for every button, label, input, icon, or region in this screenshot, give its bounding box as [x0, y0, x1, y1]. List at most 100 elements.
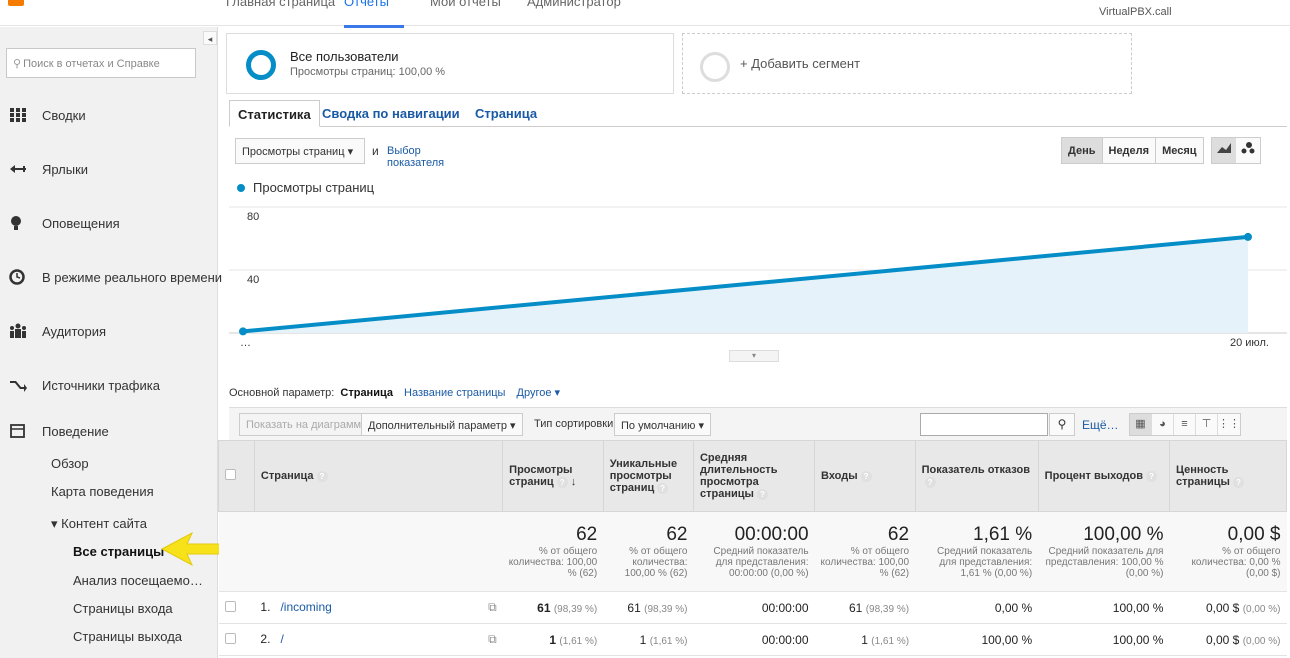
sidebar-sub-overview[interactable]: Обзор [51, 456, 89, 471]
help-icon[interactable]: ? [924, 476, 936, 488]
cell-value: 0,00 $ [1205, 600, 1240, 615]
sidebar-sub-site-content[interactable]: ▾ Контент сайта [51, 516, 147, 532]
help-icon[interactable]: ? [1232, 476, 1244, 488]
traffic-arrows-icon [10, 381, 27, 392]
account-name[interactable]: VirtualPBX.call [1099, 6, 1172, 18]
plot-rows-button[interactable]: Показать на диаграмме [239, 413, 375, 436]
tab-in-page[interactable]: Страница [467, 100, 545, 127]
table-filter-input[interactable] [920, 413, 1048, 436]
cell-pct: (98,39 %) [553, 603, 598, 615]
cell-unique: 61 [627, 600, 641, 615]
total-value: 100,00 % [1083, 524, 1164, 545]
dimension-other[interactable]: Другое ▾ [517, 387, 561, 399]
period-week-button[interactable]: Неделя [1103, 138, 1157, 163]
header-entrances[interactable]: Входы? [814, 440, 916, 512]
help-icon[interactable]: ? [657, 482, 669, 494]
sidebar-sub-landing-pages[interactable]: Страницы входа [73, 601, 173, 616]
tab-admin[interactable]: Администратор [527, 0, 621, 9]
sidebar-sub-behavior-map[interactable]: Карта поведения [51, 484, 154, 499]
table-view-icon[interactable]: ▦ [1130, 414, 1152, 435]
sidebar-item-alerts[interactable]: Оповещения [0, 208, 218, 238]
cell-pct: (1,61 %) [649, 635, 688, 647]
help-icon[interactable]: ? [316, 470, 328, 482]
segment-all-users[interactable]: Все пользователи Просмотры страниц: 100,… [226, 33, 674, 94]
open-page-icon[interactable]: ⧉ [488, 632, 497, 647]
cell-pct: (98,39 %) [865, 603, 910, 615]
sidebar-item-realtime[interactable]: В режиме реального времени [0, 262, 222, 292]
row-checkbox[interactable] [218, 591, 255, 624]
sidebar-item-audience[interactable]: Аудитория [0, 316, 218, 346]
table-view-toggle: ▦ ◕ ≡ ⊤ ⋮⋮ [1129, 413, 1241, 436]
sidebar-item-label: Ярлыки [42, 162, 89, 177]
choose-metric-link[interactable]: Выбор показателя [387, 145, 444, 169]
motion-chart-icon[interactable] [1236, 138, 1260, 163]
advanced-link[interactable]: Ещё… [1082, 418, 1119, 432]
period-month-button[interactable]: Месяц [1156, 138, 1202, 163]
sidebar-sub-content-drilldown[interactable]: Анализ посещаемо… [73, 573, 203, 588]
collapse-sidebar-icon[interactable]: ◂ [203, 31, 217, 45]
dimension-page[interactable]: Страница [340, 387, 393, 399]
header-pageviews[interactable]: Просмотры страниц? ↓ [502, 440, 604, 512]
header-bounce-rate[interactable]: Показатель отказов? [914, 440, 1039, 512]
tab-home[interactable]: Главная страница [226, 0, 335, 9]
header-page[interactable]: Страница? [253, 440, 504, 512]
tab-explorer[interactable]: Статистика [229, 100, 320, 127]
sidebar-item-dashboards[interactable]: Сводки [0, 100, 218, 130]
metric-and-text: и [372, 144, 379, 158]
tab-my-reports[interactable]: Мои отчеты [430, 0, 501, 9]
cell-pageviews: 61 [537, 600, 551, 615]
dimension-page-title[interactable]: Название страницы [404, 387, 505, 399]
table-header-row: Страница? Просмотры страниц? ↓ Уникальны… [218, 440, 1288, 512]
total-caption: Средний показатель для представления: 00… [713, 546, 809, 579]
pivot-view-icon[interactable]: ⋮⋮ [1218, 414, 1240, 435]
secondary-dimension-dropdown[interactable]: Дополнительный параметр ▾ [361, 413, 523, 436]
add-segment-label: + Добавить сегмент [740, 56, 861, 71]
help-icon[interactable]: ? [860, 470, 872, 482]
search-placeholder: Поиск в отчетах и Справке [23, 58, 160, 70]
tab-navigation-summary[interactable]: Сводка по навигации [314, 100, 468, 127]
row-checkbox[interactable] [218, 623, 255, 656]
row-page-link[interactable]: /incoming [280, 600, 331, 614]
sort-type-dropdown[interactable]: По умолчанию ▾ [614, 413, 711, 436]
help-icon[interactable]: ? [1146, 470, 1158, 482]
total-value: 00:00:00 [734, 524, 809, 545]
x-tick-label: … [240, 337, 251, 349]
search-icon[interactable]: ⚲ [1049, 413, 1075, 436]
help-icon[interactable]: ? [756, 488, 768, 500]
tab-reports[interactable]: Отчеты [344, 0, 389, 9]
period-day-button[interactable]: День [1062, 138, 1103, 163]
sidebar-item-label: Источники трафика [42, 378, 160, 393]
behavior-window-icon [10, 424, 25, 438]
pie-view-icon[interactable]: ◕ [1152, 414, 1174, 435]
sidebar-item-shortcuts[interactable]: Ярлыки [0, 154, 218, 184]
header-unique-pageviews[interactable]: Уникальные просмотры страниц? [602, 440, 694, 512]
row-number: 2. [260, 632, 271, 646]
performance-view-icon[interactable]: ≡ [1174, 414, 1196, 435]
sidebar-sub-exit-pages[interactable]: Страницы выхода [73, 629, 182, 644]
sidebar-item-behavior[interactable]: Поведение [0, 416, 218, 446]
line-chart-icon[interactable] [1212, 138, 1236, 163]
sidebar-item-acquisition[interactable]: Источники трафика [0, 370, 218, 400]
collapse-chart-handle[interactable]: ▾ [729, 350, 779, 362]
search-input[interactable]: ⚲ Поиск в отчетах и Справке [6, 48, 196, 78]
add-segment-button[interactable]: + Добавить сегмент [682, 33, 1132, 94]
analytics-logo-icon [8, 0, 24, 6]
cell-pct: (98,39 %) [644, 603, 688, 615]
total-caption: % от общего количества: 100,00 % (62) [624, 546, 688, 579]
metric-dropdown[interactable]: Просмотры страниц ▾ [235, 138, 365, 164]
x-tick-label: 20 июл. [1230, 337, 1269, 349]
row-page-link[interactable]: / [280, 632, 283, 646]
lightbulb-icon [11, 216, 21, 230]
help-icon[interactable]: ? [556, 476, 568, 488]
header-page-value[interactable]: Ценность страницы? [1168, 440, 1288, 512]
table-toolbar: Показать на диаграмме Дополнительный пар… [229, 407, 1287, 440]
select-all-checkbox[interactable] [218, 440, 255, 512]
primary-dimension-row: Основной параметр: Страница Название стр… [229, 386, 560, 399]
comparison-view-icon[interactable]: ⊤ [1196, 414, 1218, 435]
sidebar-sub-all-pages[interactable]: Все страницы [73, 544, 164, 559]
y-tick-label: 80 [247, 211, 259, 223]
open-page-icon[interactable]: ⧉ [488, 600, 497, 615]
chart-legend: Просмотры страниц [237, 180, 374, 195]
header-avg-time[interactable]: Средняя длительность просмотра страницы? [692, 440, 816, 512]
header-exit-rate[interactable]: Процент выходов? [1037, 440, 1170, 512]
